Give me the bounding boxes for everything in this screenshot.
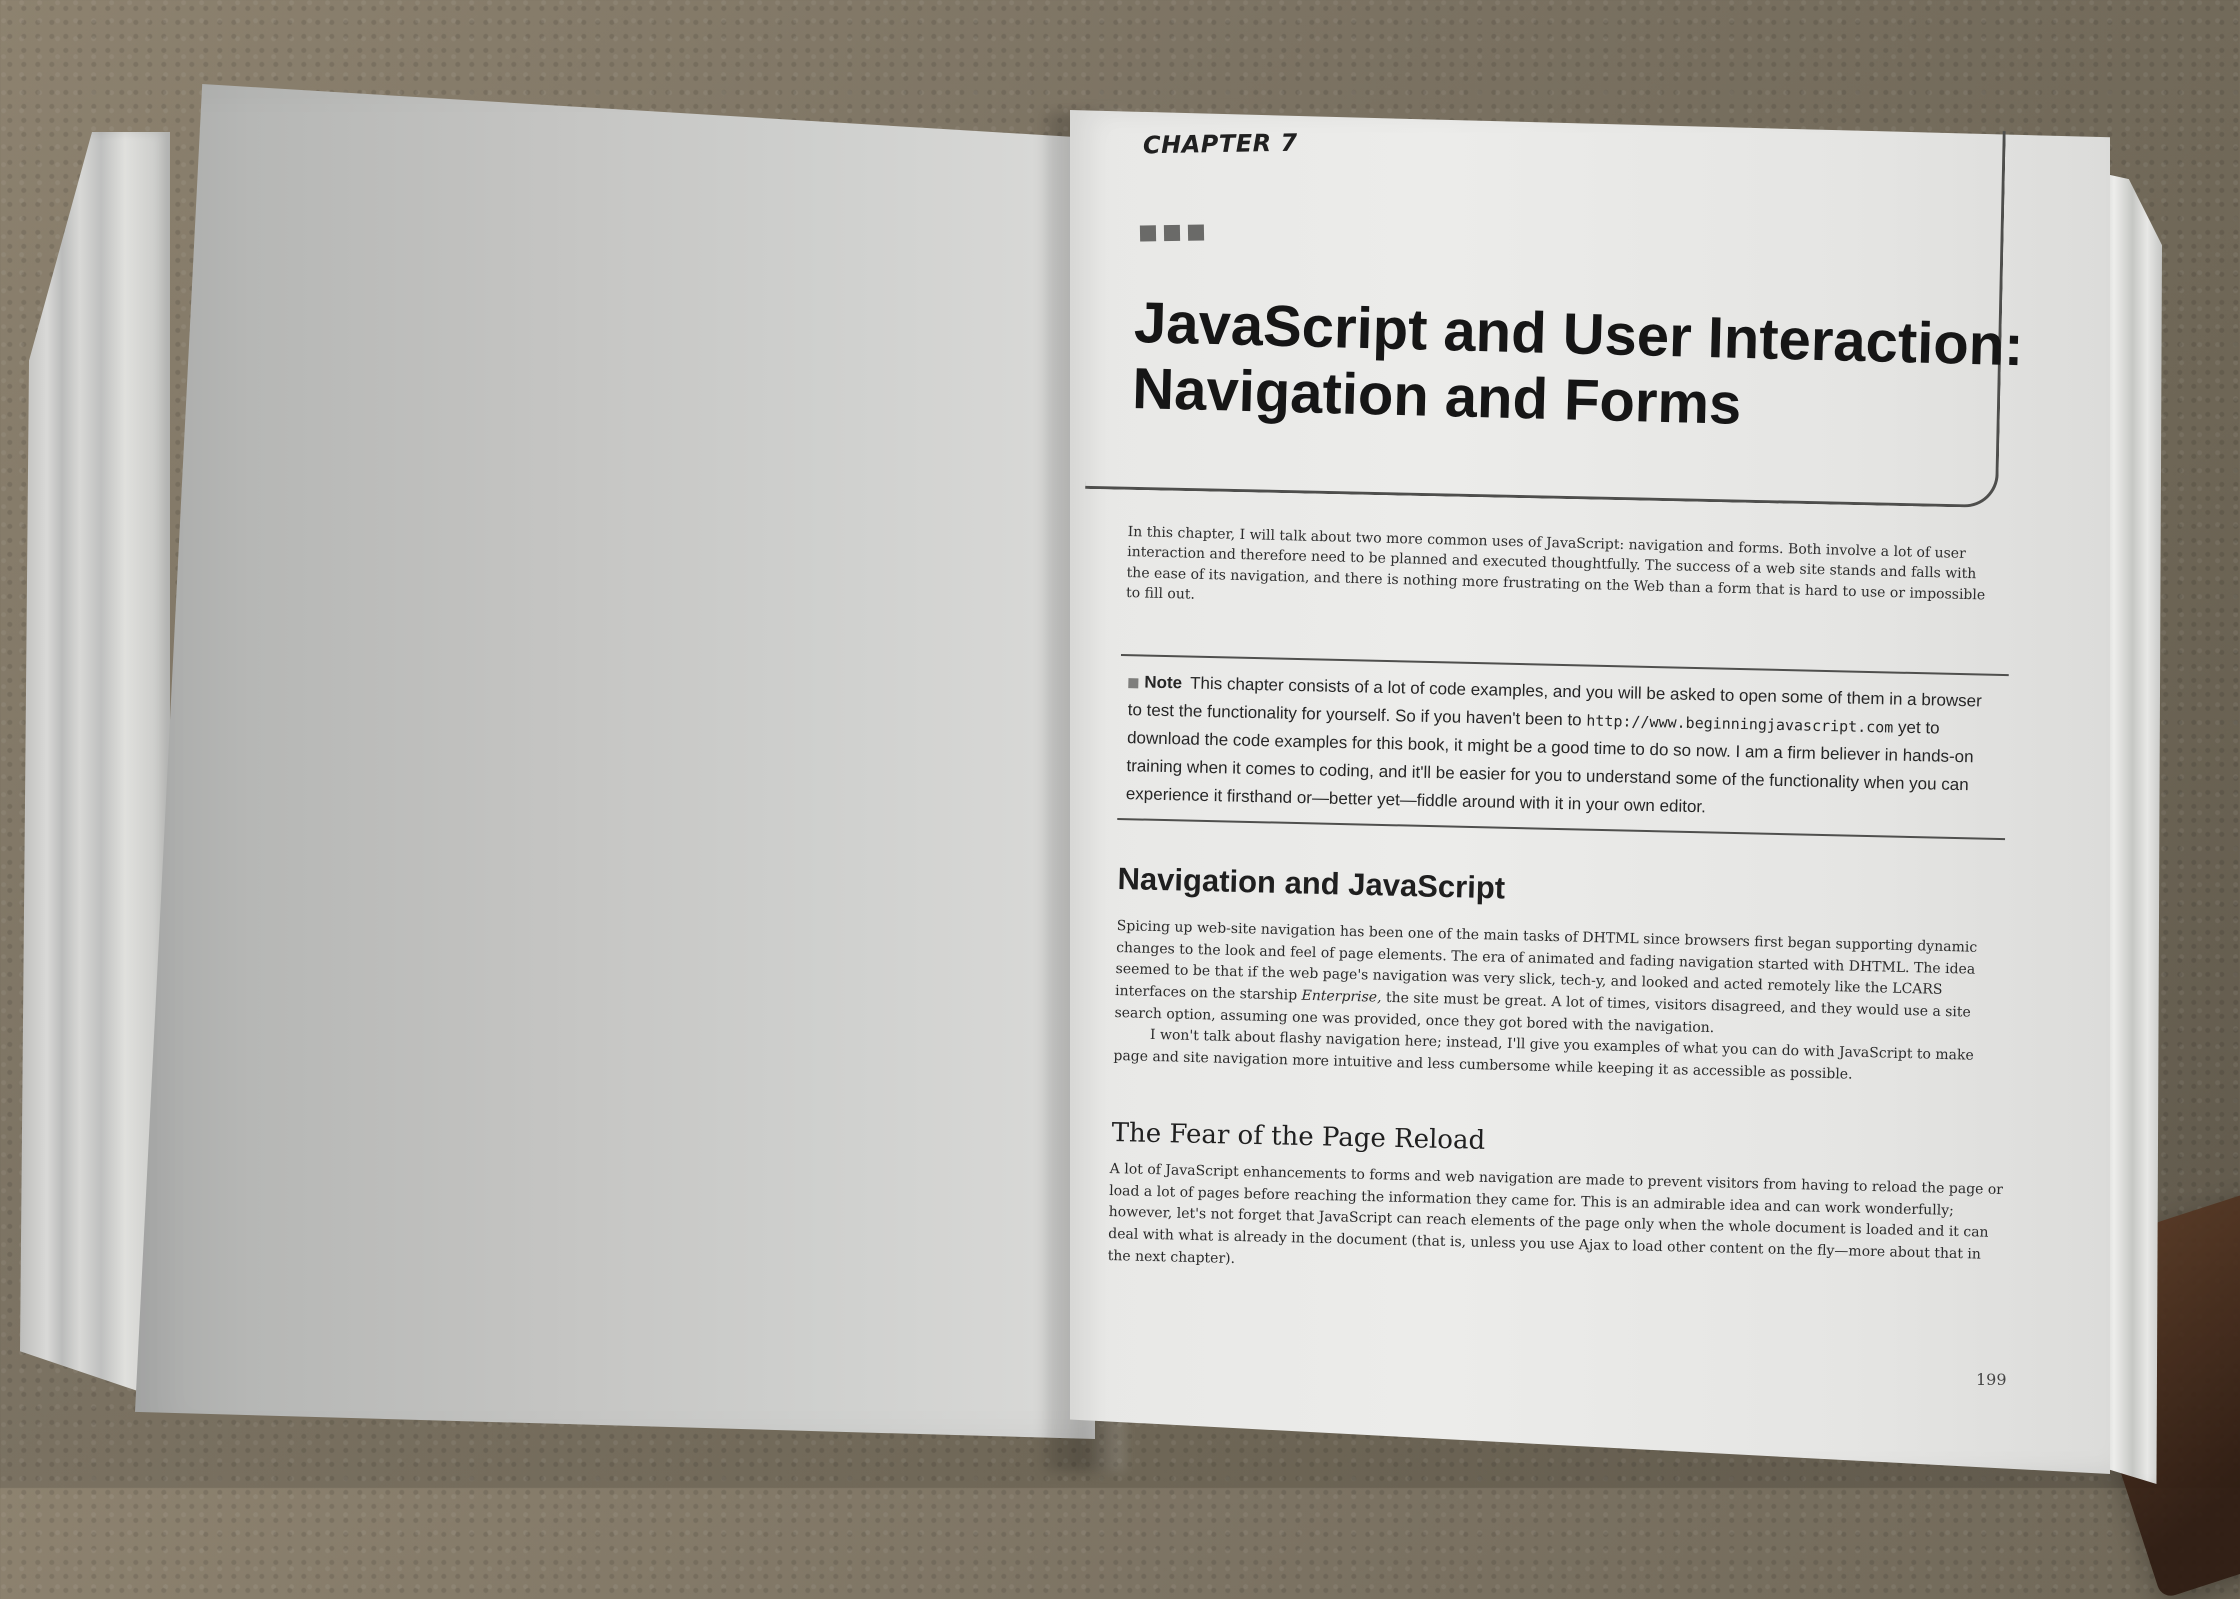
page-reload-section-body: A lot of JavaScript enhancements to form… (1107, 1160, 2004, 1267)
note-text-block: Note This chapter consists of a lot of co… (1125, 668, 1988, 828)
left-page (135, 84, 1095, 1439)
chapter-square-icon-1 (1139, 225, 1157, 242)
chapter-label: CHAPTER 7 (1142, 128, 1298, 160)
photo-scene: CHAPTER 7 JavaScript and User Interactio… (0, 0, 2240, 1599)
chapter-square-icon-2 (1163, 224, 1181, 242)
chapter-square-icon-3 (1187, 224, 1205, 241)
note-marker-icon (1128, 677, 1139, 688)
page-number: 199 (1976, 1370, 2007, 1389)
note-url: http://www.beginningjavascript.com (1586, 711, 1894, 737)
note-box: Note This chapter consists of a lot of co… (1117, 654, 2009, 848)
chapter-marker-squares (1139, 224, 1205, 242)
note-label: Note (1144, 672, 1183, 693)
navigation-section-body: Spicing up web-site navigation has been … (1113, 916, 2007, 1090)
chapter-title: JavaScript and User Interaction: Navigat… (1132, 290, 2025, 441)
navigation-paragraph-1-emphasis: Enterprise, (1301, 987, 1382, 1006)
